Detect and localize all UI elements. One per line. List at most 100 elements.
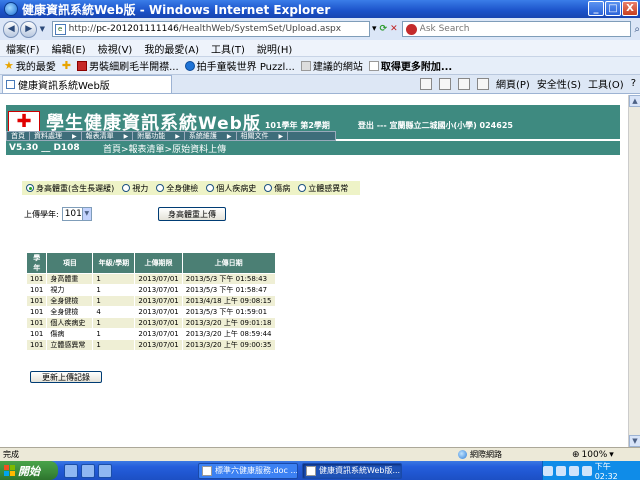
quick-launch-ie-icon[interactable] bbox=[64, 463, 78, 478]
favorite-link-2[interactable]: 拍手童裝世界 Puzzl... bbox=[184, 58, 295, 73]
nav-data[interactable]: 資料處理 ▶ bbox=[30, 132, 82, 140]
semester-label: 101學年 第2學期 bbox=[264, 120, 330, 130]
back-button[interactable]: ◀ bbox=[3, 20, 20, 38]
task-word-doc[interactable]: 標準六健康服務.doc ... bbox=[198, 462, 298, 479]
address-url: http://pc-201201111146/HealthWeb/SystemS… bbox=[68, 24, 342, 34]
print-icon[interactable] bbox=[477, 77, 489, 90]
window-title: 健康資訊系統Web版 - Windows Internet Explorer bbox=[22, 2, 331, 17]
radio-full-exam[interactable]: 全身健檢 bbox=[156, 183, 198, 194]
task-ie-window[interactable]: 健康資訊系統Web版... bbox=[302, 462, 402, 479]
tab-page-icon bbox=[6, 80, 15, 89]
col-grade-term: 年級/學期 bbox=[92, 252, 136, 274]
app-nav: 首頁 資料處理 ▶ 報表清單 ▶ 附屬功能 ▶ 系統維護 ▶ 相關文件 ▶ bbox=[6, 131, 336, 141]
radio-stereo[interactable]: 立體感異常 bbox=[298, 183, 348, 194]
menu-favorites[interactable]: 我的最愛(A) bbox=[144, 41, 199, 56]
quick-launch-media-icon[interactable] bbox=[98, 463, 112, 478]
nav-home[interactable]: 首頁 bbox=[7, 132, 30, 140]
history-dropdown-icon[interactable]: ▼ bbox=[38, 21, 47, 38]
sub-header: V5.30 __ D108 首頁>報表清單>原始資料上傳 bbox=[6, 141, 620, 155]
nav-docs[interactable]: 相關文件 ▶ bbox=[237, 132, 289, 140]
mail-icon[interactable] bbox=[458, 77, 470, 90]
upload-records-table: 學年 項目 年級/學期 上傳期限 上傳日期 101 身高體重 1 2013/07/01… bbox=[25, 252, 276, 351]
radio-medical-history[interactable]: 個人疾病史 bbox=[206, 183, 256, 194]
safety-menu[interactable]: 安全性(S) bbox=[537, 76, 581, 91]
tray-icon[interactable] bbox=[568, 465, 579, 476]
ie-task-icon bbox=[306, 465, 316, 476]
help-icon[interactable]: ? bbox=[631, 78, 636, 89]
feeds-icon[interactable] bbox=[439, 77, 451, 90]
vertical-scrollbar[interactable]: ▲ ▼ bbox=[628, 95, 640, 447]
address-bar[interactable]: e http://pc-201201111146/HealthWeb/Syste… bbox=[51, 21, 371, 37]
table-row: 101 傷病 1 2013/07/01 2013/3/20 上午 08:59:44 bbox=[25, 328, 276, 340]
quick-launch bbox=[64, 463, 112, 478]
address-dropdown-icon[interactable]: ▾ bbox=[372, 24, 377, 34]
menu-bar: 檔案(F) 編輯(E) 檢視(V) 我的最愛(A) 工具(T) 說明(H) bbox=[0, 40, 640, 56]
favorites-bar: ★ 我的最愛 ✚ 男裝細刷毛半開襟... 拍手童裝世界 Puzzl... 建議的… bbox=[0, 56, 640, 74]
ie-logo-icon bbox=[4, 2, 18, 16]
window-titlebar: 健康資訊系統Web版 - Windows Internet Explorer _… bbox=[0, 0, 640, 18]
refresh-records-button[interactable]: 更新上傳記錄 bbox=[30, 371, 102, 383]
stop-icon[interactable]: ✕ bbox=[390, 24, 398, 34]
menu-help[interactable]: 說明(H) bbox=[257, 41, 292, 56]
nav-reports[interactable]: 報表清單 ▶ bbox=[82, 132, 134, 140]
nav-maintenance[interactable]: 系統維護 ▶ bbox=[185, 132, 237, 140]
scroll-down-icon[interactable]: ▼ bbox=[629, 435, 640, 447]
refresh-icon[interactable]: ⟳ bbox=[380, 24, 388, 34]
radio-vision[interactable]: 視力 bbox=[122, 183, 148, 194]
version-label: V5.30 __ D108 bbox=[9, 143, 80, 153]
favorites-button[interactable]: ★ 我的最愛 bbox=[4, 58, 56, 73]
radio-injury[interactable]: 傷病 bbox=[264, 183, 290, 194]
forward-button[interactable]: ▶ bbox=[20, 20, 37, 38]
search-box[interactable] bbox=[401, 21, 632, 37]
login-info[interactable]: 登出 --- 宜蘭縣立二城國小(小學) 024625 bbox=[358, 120, 513, 131]
table-row: 101 全身健檢 1 2013/07/01 2013/4/18 上午 09:08:15 bbox=[25, 295, 276, 307]
favorites-star-icon: ★ bbox=[4, 59, 14, 72]
volume-icon[interactable] bbox=[581, 465, 592, 476]
favorite-link-1[interactable]: 男裝細刷毛半開襟... bbox=[77, 58, 179, 73]
nav-extras[interactable]: 附屬功能 ▶ bbox=[133, 132, 185, 140]
word-doc-icon bbox=[202, 465, 212, 476]
blue-circle-icon bbox=[184, 60, 195, 71]
upload-button[interactable]: 身高體重上傳 bbox=[158, 207, 226, 221]
tray-icon[interactable] bbox=[543, 465, 553, 476]
zoom-control[interactable]: ⊕ 100% ▾ bbox=[572, 450, 614, 460]
start-button[interactable]: 開始 bbox=[0, 461, 58, 480]
taskbar: 開始 標準六健康服務.doc ... 健康資訊系統Web版... 下午 02:3… bbox=[0, 461, 640, 480]
tab-health[interactable]: 健康資訊系統Web版 bbox=[2, 75, 172, 93]
suggested-icon bbox=[300, 60, 311, 71]
year-select[interactable]: 101 ▼ bbox=[61, 207, 92, 221]
addons-icon bbox=[368, 60, 379, 71]
close-button[interactable]: X bbox=[622, 1, 638, 16]
maximize-button[interactable]: □ bbox=[605, 1, 621, 16]
category-radio-group: 身高體重(含生長遲緩) 視力 全身健檢 個人疾病史 傷病 立體感異常 bbox=[22, 181, 360, 195]
menu-file[interactable]: 檔案(F) bbox=[6, 41, 40, 56]
year-row: 上傳學年: 101 ▼ bbox=[24, 207, 92, 221]
tools-menu[interactable]: 工具(O) bbox=[588, 76, 624, 91]
page-menu[interactable]: 網頁(P) bbox=[496, 76, 530, 91]
address-row: ◀ ▶ ▼ e http://pc-201201111146/HealthWeb… bbox=[0, 18, 640, 40]
address-controls: ▾ ⟳ ✕ bbox=[372, 24, 398, 34]
table-row: 101 視力 1 2013/07/01 2013/5/3 下午 01:58:47 bbox=[25, 284, 276, 296]
menu-tools[interactable]: 工具(T) bbox=[211, 41, 245, 56]
menu-edit[interactable]: 編輯(E) bbox=[52, 41, 86, 56]
table-header-row: 學年 項目 年級/學期 上傳期限 上傳日期 bbox=[25, 252, 276, 274]
command-bar: 網頁(P) 安全性(S) 工具(O) ? bbox=[420, 76, 636, 91]
status-text: 完成 bbox=[3, 450, 19, 459]
search-input[interactable] bbox=[419, 24, 620, 34]
minimize-button[interactable]: _ bbox=[588, 1, 604, 16]
search-icon[interactable]: ⌕ bbox=[634, 24, 640, 35]
add-favorite-icon[interactable]: ✚ bbox=[62, 59, 71, 72]
radio-height-weight[interactable]: 身高體重(含生長遲緩) bbox=[26, 183, 114, 194]
radio-dot bbox=[206, 184, 215, 192]
search-provider-icon bbox=[405, 23, 417, 35]
home-icon[interactable] bbox=[420, 77, 432, 90]
radio-dot bbox=[298, 184, 307, 192]
favorite-link-4[interactable]: 取得更多附加... bbox=[368, 58, 452, 73]
favorite-link-3[interactable]: 建議的網站 bbox=[300, 58, 363, 73]
quick-launch-desktop-icon[interactable] bbox=[81, 463, 95, 478]
menu-view[interactable]: 檢視(V) bbox=[98, 41, 133, 56]
red-cross-logo: ✚ bbox=[8, 111, 40, 133]
window-controls: _ □ X bbox=[588, 1, 638, 16]
tray-icon[interactable] bbox=[555, 465, 566, 476]
scroll-up-icon[interactable]: ▲ bbox=[629, 95, 640, 107]
